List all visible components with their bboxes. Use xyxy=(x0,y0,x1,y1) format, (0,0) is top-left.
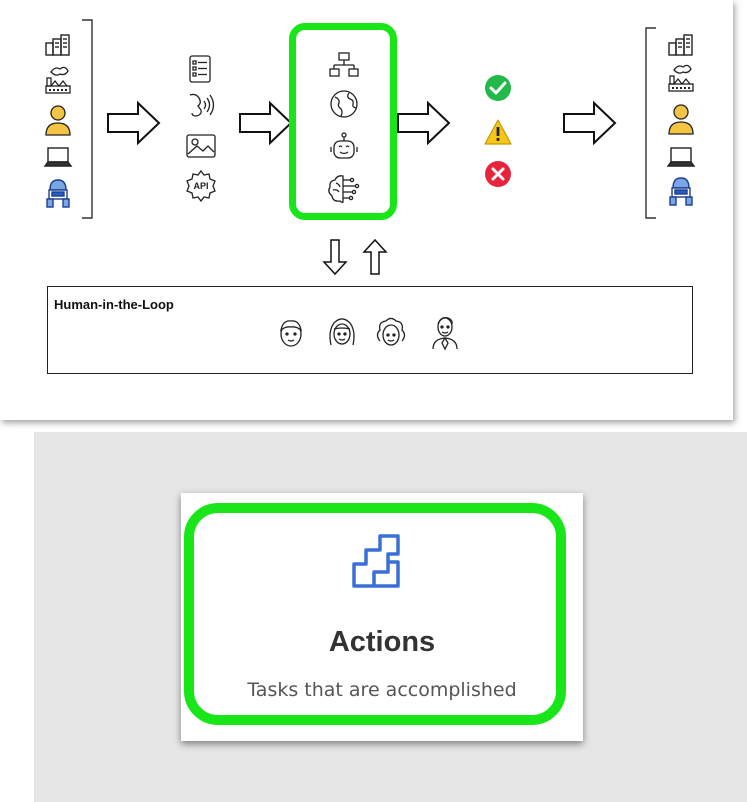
person-icon xyxy=(667,103,695,135)
document-list-icon xyxy=(189,55,211,83)
laptop-icon xyxy=(43,146,73,168)
factory-icon xyxy=(45,64,71,94)
robot-icon xyxy=(668,176,694,206)
businessman-icon xyxy=(431,316,459,351)
voice-icon xyxy=(186,92,216,120)
person-icon xyxy=(44,104,72,136)
api-gear-icon: API xyxy=(186,169,216,203)
targets-bracket xyxy=(642,26,658,220)
arrow-right-icon xyxy=(396,100,452,146)
buildings-icon xyxy=(45,34,71,56)
robot-icon xyxy=(45,178,71,208)
arrow-right-icon xyxy=(238,100,294,146)
chatbot-icon xyxy=(329,132,359,164)
arrow-right-icon xyxy=(562,100,618,146)
arrow-down-icon xyxy=(322,238,348,276)
human-in-the-loop-box: Human-in-the-Loop xyxy=(47,286,693,374)
woman-face-icon xyxy=(327,317,357,349)
man-face-icon xyxy=(277,318,305,348)
globe-icon xyxy=(329,89,359,119)
warning-icon xyxy=(483,118,513,146)
image-icon xyxy=(186,134,216,158)
arrow-right-icon xyxy=(106,100,162,146)
actions-highlight xyxy=(184,503,566,725)
laptop-icon xyxy=(666,146,696,168)
brain-icon xyxy=(328,174,360,204)
agent-workflow-diagram: API Human-in-the-Loop xyxy=(0,0,733,420)
error-icon xyxy=(484,160,512,188)
arrow-up-icon xyxy=(362,238,388,276)
factory-icon xyxy=(668,62,694,92)
curly-woman-face-icon xyxy=(375,317,407,349)
human-in-the-loop-title: Human-in-the-Loop xyxy=(54,297,174,312)
sources-bracket xyxy=(80,18,96,220)
check-icon xyxy=(484,74,512,102)
buildings-icon xyxy=(668,34,694,56)
api-label: API xyxy=(193,181,208,191)
network-icon xyxy=(329,52,359,78)
